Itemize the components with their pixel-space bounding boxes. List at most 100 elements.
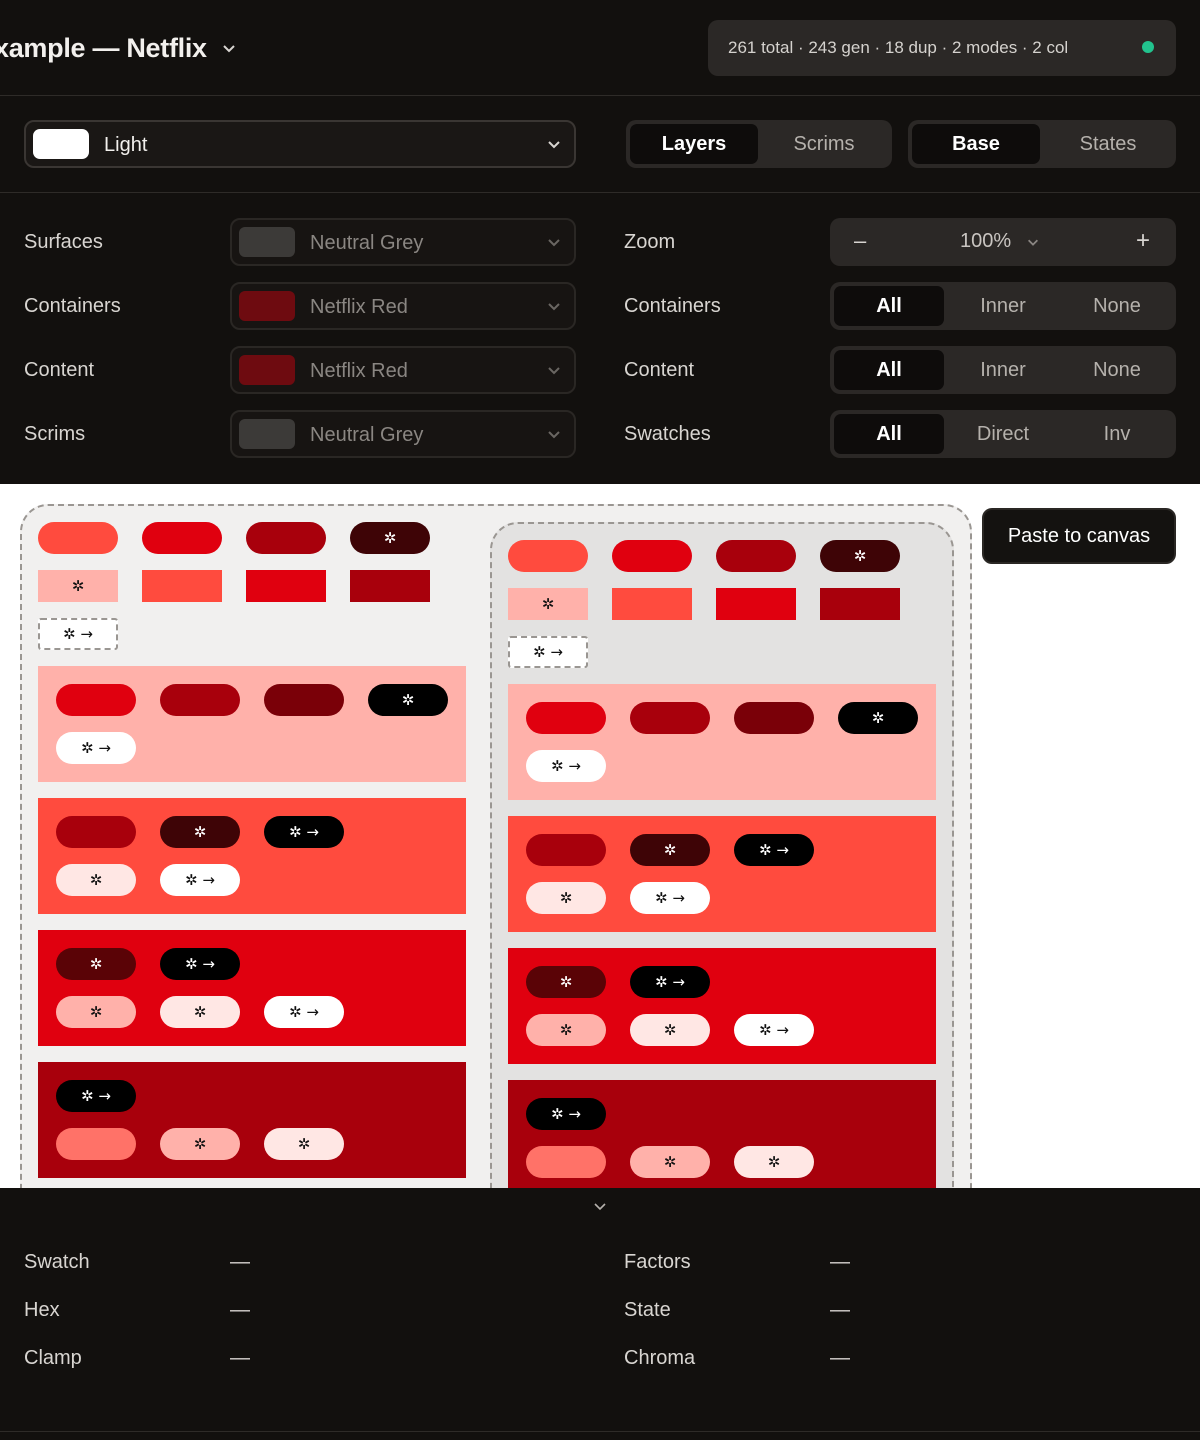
surfaces-value: Neutral Grey <box>310 232 424 254</box>
swatch-pill[interactable] <box>142 522 222 554</box>
swatch-pill[interactable]: ✲ <box>630 834 710 866</box>
swatch-ghost[interactable]: ✲ → <box>38 618 118 650</box>
inspector-panel: Swatch — Hex — Clamp — Factors — State —… <box>0 1188 1200 1440</box>
swatch-pill[interactable] <box>526 1146 606 1178</box>
swatch-pill[interactable]: ✲ <box>630 1146 710 1178</box>
swatch-pill[interactable]: ✲ <box>526 882 606 914</box>
swatch-pill[interactable]: ✲ <box>56 996 136 1028</box>
swatch-pill[interactable]: ✲ → <box>734 834 814 866</box>
chroma-label: Chroma <box>624 1347 696 1369</box>
preview-canvas[interactable]: Paste to canvas ✲ ✲ ✲ → ✲ ✲ → ✲ ✲ → ✲ ✲ … <box>0 484 1200 1188</box>
swatch-pill[interactable]: ✲ <box>838 702 918 734</box>
palette-title-dropdown[interactable]: xample — Netflix <box>0 28 237 68</box>
content-all-option[interactable]: All <box>834 350 944 390</box>
swatch-pill[interactable]: ✲ → <box>630 882 710 914</box>
swatch-pill[interactable] <box>508 540 588 572</box>
swatch-rect[interactable]: ✲ <box>508 588 588 620</box>
swatch-rect[interactable] <box>246 570 326 602</box>
swatch-rect[interactable] <box>716 588 796 620</box>
containers-all-option[interactable]: All <box>834 286 944 326</box>
clamp-label: Clamp <box>24 1347 82 1369</box>
swatch-value: — <box>230 1251 250 1273</box>
swatch-pill[interactable]: ✲ <box>160 1128 240 1160</box>
swatch-pill[interactable]: ✲ <box>160 816 240 848</box>
swatch-pill[interactable] <box>56 1128 136 1160</box>
scrims-select[interactable]: Neutral Grey <box>230 410 576 458</box>
swatch-pill[interactable]: ✲ → <box>264 816 344 848</box>
chevron-down-icon <box>1028 239 1038 246</box>
surfaces-select[interactable]: Neutral Grey <box>230 218 576 266</box>
state-segmented-control: Base States <box>908 120 1176 168</box>
tab-states[interactable]: States <box>1044 124 1172 164</box>
swatch-rect[interactable] <box>350 570 430 602</box>
swatch-pill[interactable]: ✲ → <box>56 732 136 764</box>
containers-label: Containers <box>24 295 121 317</box>
swatch-pill[interactable]: ✲ → <box>264 996 344 1028</box>
swatches-direct-option[interactable]: Direct <box>948 414 1058 454</box>
chevron-down-icon <box>548 239 560 247</box>
containers-filter-label: Containers <box>624 295 721 317</box>
settings-panel: Surfaces Neutral Grey Containers Netflix… <box>0 194 1200 483</box>
tab-base[interactable]: Base <box>912 124 1040 164</box>
swatch-pill[interactable]: ✲ <box>526 1014 606 1046</box>
content-swatch <box>239 355 295 385</box>
swatch-pill[interactable]: ✲ → <box>160 948 240 980</box>
swatch-pill[interactable] <box>526 834 606 866</box>
swatch-pill[interactable]: ✲ <box>160 996 240 1028</box>
content-select[interactable]: Netflix Red <box>230 346 576 394</box>
swatch-pill[interactable]: ✲ → <box>630 966 710 998</box>
swatch-rect[interactable]: ✲ <box>38 570 118 602</box>
swatch-rect[interactable] <box>612 588 692 620</box>
zoom-value[interactable]: 100% <box>960 230 1011 253</box>
swatch-pill[interactable]: ✲ <box>630 1014 710 1046</box>
swatch-pill[interactable]: ✲ → <box>56 1080 136 1112</box>
zoom-in-button[interactable]: + <box>1136 227 1150 255</box>
swatch-label: Swatch <box>24 1251 90 1273</box>
swatch-pill[interactable] <box>716 540 796 572</box>
swatch-pill[interactable]: ✲ <box>350 522 430 554</box>
swatch-pill[interactable] <box>38 522 118 554</box>
chevron-down-icon <box>223 45 235 53</box>
swatch-pill[interactable]: ✲ → <box>160 864 240 896</box>
swatch-pill[interactable] <box>612 540 692 572</box>
zoom-control: – 100% + <box>830 218 1176 266</box>
swatches-inv-option[interactable]: Inv <box>1062 414 1172 454</box>
swatch-pill[interactable] <box>734 702 814 734</box>
mode-label: Light <box>104 134 148 156</box>
swatch-pill[interactable] <box>246 522 326 554</box>
content-filter: All Inner None <box>830 346 1176 394</box>
swatch-pill[interactable]: ✲ <box>734 1146 814 1178</box>
swatch-pill[interactable] <box>264 684 344 716</box>
swatch-pill[interactable]: ✲ → <box>734 1014 814 1046</box>
swatch-ghost[interactable]: ✲ → <box>508 636 588 668</box>
swatch-pill[interactable] <box>526 702 606 734</box>
hex-value: — <box>230 1299 250 1321</box>
swatch-pill[interactable]: ✲ <box>264 1128 344 1160</box>
swatch-pill[interactable]: ✲ <box>56 948 136 980</box>
mode-select[interactable]: Light <box>24 120 576 168</box>
containers-inner-option[interactable]: Inner <box>948 286 1058 326</box>
swatch-pill[interactable] <box>56 684 136 716</box>
swatch-pill[interactable]: ✲ → <box>526 750 606 782</box>
swatches-all-option[interactable]: All <box>834 414 944 454</box>
containers-none-option[interactable]: None <box>1062 286 1172 326</box>
status-dot-icon <box>1142 41 1154 53</box>
paste-to-canvas-button[interactable]: Paste to canvas <box>982 508 1176 564</box>
swatch-pill[interactable]: ✲ → <box>526 1098 606 1130</box>
swatch-pill[interactable] <box>56 816 136 848</box>
swatch-pill[interactable]: ✲ <box>56 864 136 896</box>
zoom-out-button[interactable]: – <box>854 228 866 254</box>
swatch-pill[interactable] <box>160 684 240 716</box>
content-inner-option[interactable]: Inner <box>948 350 1058 390</box>
tab-scrims[interactable]: Scrims <box>760 124 888 164</box>
content-none-option[interactable]: None <box>1062 350 1172 390</box>
containers-select[interactable]: Netflix Red <box>230 282 576 330</box>
swatch-pill[interactable]: ✲ <box>820 540 900 572</box>
tab-layers[interactable]: Layers <box>630 124 758 164</box>
swatch-pill[interactable] <box>630 702 710 734</box>
swatch-pill[interactable]: ✲ <box>526 966 606 998</box>
swatch-pill[interactable]: ✲ <box>368 684 448 716</box>
swatch-rect[interactable] <box>820 588 900 620</box>
collapse-chevron-icon[interactable] <box>592 1198 608 1214</box>
swatch-rect[interactable] <box>142 570 222 602</box>
